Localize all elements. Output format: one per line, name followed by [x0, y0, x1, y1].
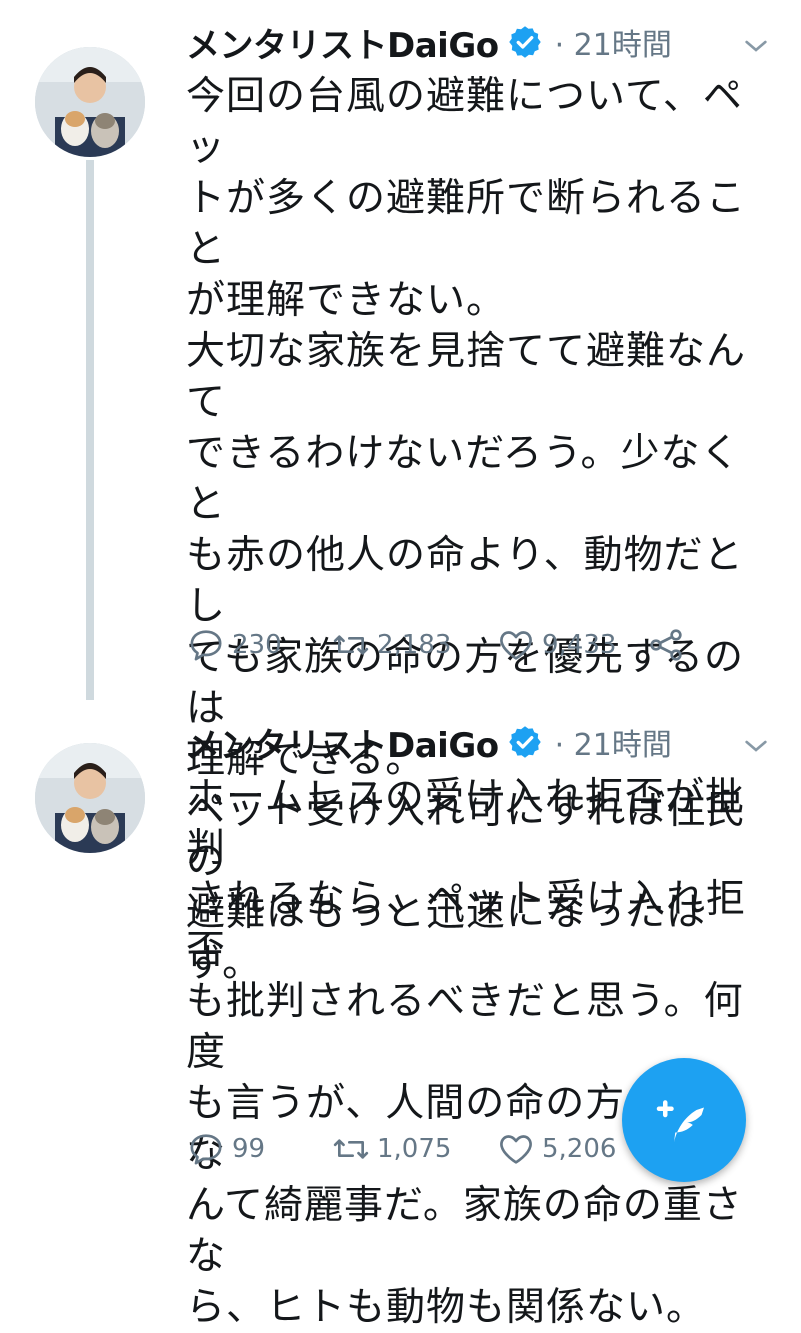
share-button[interactable] — [646, 625, 692, 665]
chevron-down-icon[interactable] — [740, 30, 772, 62]
tweet-text-line: トが多くの避難所で断られること — [186, 176, 747, 272]
tweet-text-line: が理解できない。 — [186, 278, 507, 323]
retweet-icon — [333, 635, 369, 655]
like-button[interactable]: 5,206 — [496, 1129, 616, 1169]
retweet-icon — [333, 1139, 369, 1159]
like-count: 9,433 — [542, 630, 617, 660]
share-icon — [650, 629, 682, 661]
retweet-count: 1,075 — [377, 1134, 452, 1164]
tweet-text-line: 大切な家族を見捨てて避難なんて — [186, 329, 747, 425]
retweet-button[interactable]: 2,183 — [331, 625, 451, 665]
tweet-header: メンタリストDaiGo · 21時間 — [186, 17, 672, 67]
tweet-text-line: んて綺麗事だ。家族の命の重さな — [186, 1183, 743, 1279]
reply-count: 230 — [232, 630, 282, 660]
heart-icon — [500, 1135, 532, 1164]
tweet-text-line: 今回の台風の避難について、ペッ — [186, 74, 743, 170]
tweet-text: ホームレスの受け入れ拒否が批判 されるなら、ペット受け入れ拒否 も批判されるべき… — [186, 772, 771, 1333]
compose-tweet-button[interactable] — [622, 1058, 746, 1182]
author-name[interactable]: メンタリストDaiGo — [186, 18, 499, 67]
reply-icon — [190, 630, 222, 661]
tweet-header: メンタリストDaiGo · 21時間 — [186, 717, 672, 767]
tweet-timestamp[interactable]: · 21時間 — [555, 20, 672, 64]
reply-icon — [190, 1134, 222, 1165]
tweet-timestamp[interactable]: · 21時間 — [555, 720, 672, 764]
tweet-actions: 230 2,183 9,433 — [186, 625, 746, 665]
reply-button[interactable]: 99 — [186, 1129, 265, 1169]
tweet-text-line: されるなら、ペット受け入れ拒否 — [186, 877, 747, 973]
tweet-text-line: できるわけないだろう。少なくと — [186, 431, 741, 527]
avatar[interactable] — [35, 47, 145, 157]
like-button[interactable]: 9,433 — [496, 625, 616, 665]
retweet-button[interactable]: 1,075 — [331, 1129, 451, 1169]
tweet-text-line: ら、ヒトも動物も関係ない。 — [186, 1285, 707, 1330]
tweet-text-line: も赤の他人の命より、動物だとし — [186, 533, 744, 629]
reply-button[interactable]: 230 — [186, 625, 282, 665]
compose-tweet-icon — [656, 1100, 704, 1143]
heart-icon — [500, 631, 532, 660]
thread-connector-line — [86, 160, 94, 700]
author-name[interactable]: メンタリストDaiGo — [186, 718, 499, 767]
verified-badge-icon — [508, 726, 541, 758]
reply-count: 99 — [232, 1134, 266, 1164]
verified-badge-icon — [508, 26, 541, 58]
retweet-count: 2,183 — [377, 630, 452, 660]
tweet-text-line: ホームレスの受け入れ拒否が批判 — [186, 775, 745, 871]
chevron-down-icon[interactable] — [740, 730, 772, 762]
like-count: 5,206 — [542, 1134, 617, 1164]
avatar[interactable] — [35, 743, 145, 853]
